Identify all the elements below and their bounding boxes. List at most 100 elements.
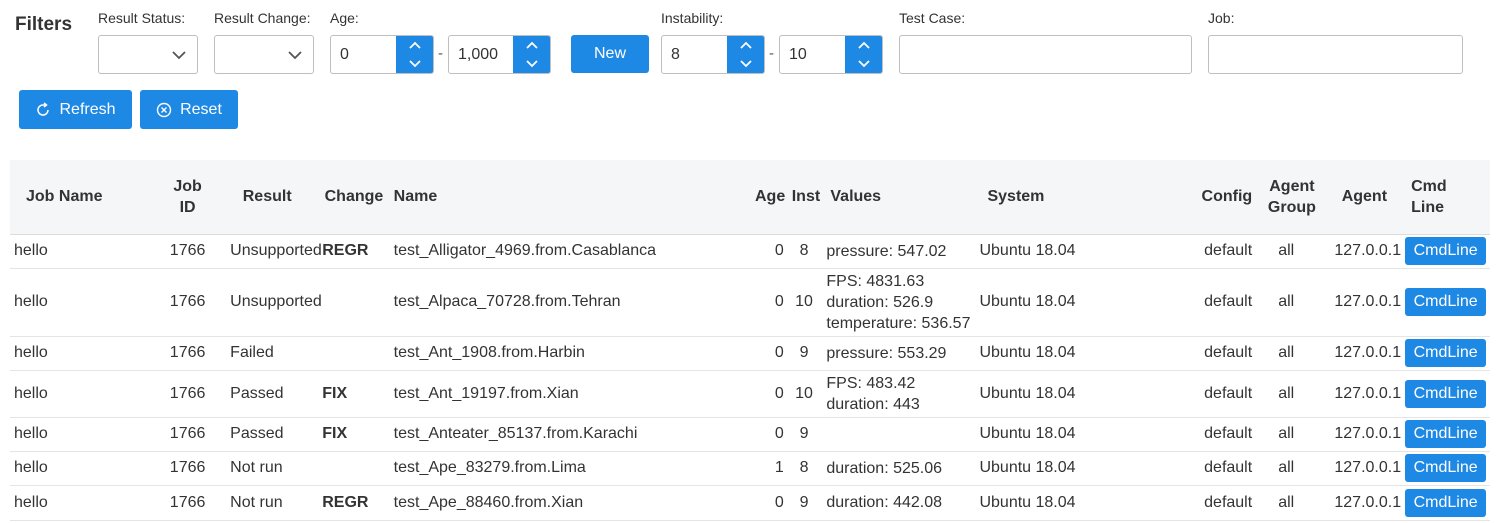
cell-system: Ubuntu 18.04	[973, 268, 1173, 337]
cell-job-id-link[interactable]: 1766	[159, 336, 217, 371]
cell-job-id-link[interactable]: 1766	[159, 417, 217, 452]
chevron-down-icon	[739, 60, 752, 68]
header-job-name[interactable]: Job Name	[10, 160, 160, 235]
header-job-id[interactable]: Job ID	[159, 160, 217, 235]
header-change[interactable]: Change	[318, 160, 390, 235]
cmdline-button[interactable]: CmdLine	[1405, 288, 1487, 316]
result-status-label: Result Status:	[98, 10, 186, 26]
increment-button[interactable]	[396, 36, 433, 54]
table-row: hello 1766 Not run test_Ape_83279.from.Lima…	[10, 451, 1490, 486]
cell-name-link[interactable]: test_Ape_83279.from.Lima	[389, 451, 751, 486]
cmdline-button[interactable]: CmdLine	[1405, 237, 1487, 265]
cell-age: 1	[750, 451, 788, 486]
cell-job-id-link[interactable]: 1766	[159, 234, 217, 269]
cmdline-button[interactable]: CmdLine	[1405, 488, 1487, 517]
cell-values: pressure: 553.29	[820, 336, 974, 371]
cell-job-name: hello	[10, 234, 160, 269]
header-values[interactable]: Values	[820, 160, 974, 235]
cell-values: FPS: 483.42 duration: 443	[820, 370, 974, 418]
header-system[interactable]: System	[973, 160, 1173, 235]
cell-name-link[interactable]: test_Alpaca_70728.from.Tehran	[389, 268, 751, 337]
value-line: FPS: 4831.63	[826, 272, 925, 290]
cell-name-link[interactable]: test_Ant_1908.from.Harbin	[389, 336, 751, 371]
cmdline-button[interactable]: CmdLine	[1405, 339, 1487, 367]
header-name[interactable]: Name	[389, 160, 751, 235]
header-agent-group[interactable]: Agent Group	[1256, 160, 1328, 235]
increment-button[interactable]	[845, 36, 882, 54]
cell-name-link[interactable]: test_Anteater_85137.from.Karachi	[389, 417, 751, 452]
cell-instability: 8	[787, 234, 821, 269]
job-input[interactable]	[1208, 35, 1463, 74]
instability-max-stepper[interactable]	[845, 36, 882, 73]
table-row: hello 1766 Unsupported test_Alpaca_70728.fr…	[10, 268, 1490, 337]
cell-job-name: hello	[10, 268, 160, 337]
test-case-input[interactable]	[899, 35, 1192, 74]
refresh-label: Refresh	[59, 100, 116, 118]
cell-config: default	[1172, 336, 1257, 371]
cell-cmd-line: CmdLine	[1401, 234, 1490, 269]
cell-change	[318, 336, 390, 371]
cmdline-button[interactable]: CmdLine	[1405, 420, 1487, 448]
instability-max-input[interactable]: 10	[779, 35, 883, 74]
table-row: hello 1766 Not run REGR test_Ape_88460.from.…	[10, 485, 1490, 521]
cell-config: default	[1172, 370, 1257, 418]
decrement-button[interactable]	[727, 55, 764, 73]
cell-age: 0	[750, 417, 788, 452]
table-row: hello 1766 Unsupported REGR test_Alligator_4…	[10, 234, 1490, 269]
age-min-input[interactable]: 0	[330, 35, 434, 74]
cell-system: Ubuntu 18.04	[973, 336, 1173, 371]
cell-name-link[interactable]: test_Ant_19197.from.Xian	[389, 370, 751, 418]
cmdline-button[interactable]: CmdLine	[1405, 454, 1487, 482]
age-max-input[interactable]: 1,000	[448, 35, 551, 74]
chevron-up-icon	[525, 41, 538, 49]
header-instability[interactable]: Inst	[787, 160, 821, 235]
cell-job-id-link[interactable]: 1766	[159, 451, 217, 486]
value-line: pressure: 547.02	[826, 242, 947, 260]
cmdline-button[interactable]: CmdLine	[1405, 379, 1487, 408]
cell-agent: 127.0.0.1	[1327, 234, 1402, 269]
instability-min-stepper[interactable]	[727, 36, 764, 73]
decrement-button[interactable]	[396, 55, 433, 73]
cell-result: Unsupported	[216, 234, 322, 269]
age-max-value: 1,000	[458, 46, 499, 63]
cell-values	[820, 417, 974, 452]
value-line: duration: 442.08	[826, 494, 943, 511]
new-button[interactable]: New	[571, 35, 649, 73]
cell-change	[318, 451, 390, 486]
cell-job-id-link[interactable]: 1766	[159, 268, 217, 337]
header-agent[interactable]: Agent	[1327, 160, 1402, 235]
cell-cmd-line: CmdLine	[1401, 336, 1490, 371]
cell-result: Passed	[216, 370, 319, 418]
cell-job-id-link[interactable]: 1766	[159, 485, 217, 521]
increment-button[interactable]	[513, 36, 550, 54]
instability-min-input[interactable]: 8	[661, 35, 765, 74]
result-change-select[interactable]	[214, 35, 314, 74]
header-config[interactable]: Config	[1172, 160, 1257, 235]
header-age[interactable]: Age	[750, 160, 788, 235]
reset-button[interactable]: Reset	[140, 90, 238, 129]
refresh-button[interactable]: Refresh	[19, 90, 132, 129]
chevron-down-icon	[408, 60, 421, 68]
cell-name-link[interactable]: test_Ape_88460.from.Xian	[389, 485, 751, 521]
cell-job-id-link[interactable]: 1766	[159, 370, 217, 418]
header-cmd-line[interactable]: Cmd Line	[1401, 160, 1490, 235]
cell-cmd-line: CmdLine	[1401, 485, 1490, 521]
increment-button[interactable]	[727, 36, 764, 54]
decrement-button[interactable]	[513, 55, 550, 73]
value-line: duration: 443	[826, 395, 920, 413]
value-line: duration: 525.06	[826, 459, 943, 477]
result-status-select[interactable]	[98, 35, 198, 74]
chevron-up-icon	[857, 41, 870, 49]
header-result[interactable]: Result	[216, 160, 319, 235]
cell-change	[318, 268, 390, 337]
age-label: Age:	[330, 10, 359, 26]
age-max-stepper[interactable]	[513, 36, 550, 73]
age-min-stepper[interactable]	[396, 36, 433, 73]
cell-name-link[interactable]: test_Alligator_4969.from.Casablanca	[389, 234, 751, 269]
cell-job-name: hello	[10, 370, 160, 418]
cell-instability: 9	[787, 485, 821, 521]
chevron-down-icon	[857, 60, 870, 68]
cell-config: default	[1172, 268, 1257, 337]
cell-agent-group: all	[1256, 417, 1328, 452]
decrement-button[interactable]	[845, 55, 882, 73]
